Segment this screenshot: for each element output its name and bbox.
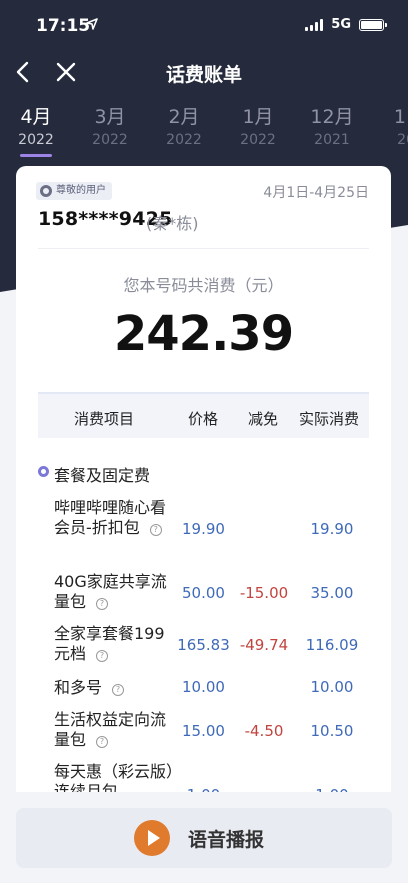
table-header: 消费项目 价格 减免 实际消费: [38, 392, 369, 438]
item-name: 全家享套餐199元档?: [54, 624, 165, 663]
bill-card: 尊敬的用户 4月1日-4月25日 158****9425 (秦*栋) 您本号码共…: [16, 166, 391, 826]
item-price: 19.90: [182, 520, 225, 538]
tab-year-label: 2022: [166, 132, 202, 148]
tab-month-0[interactable]: 4月 2022: [6, 104, 66, 150]
active-tab-indicator: [20, 154, 52, 157]
item-actual: 35.00: [310, 584, 354, 602]
divider: [38, 248, 369, 249]
tab-month-label: 3月: [94, 106, 126, 128]
header-discount: 减免: [248, 410, 279, 428]
section-dot-icon: [38, 466, 49, 477]
header-actual: 实际消费: [299, 410, 360, 428]
tab-year-label: 2021: [314, 132, 350, 148]
help-icon[interactable]: ?: [96, 650, 109, 662]
month-tabs: 4月 2022 3月 2022 2月 2022 1月 2022 12月 2021…: [0, 104, 408, 162]
item-discount: -15.00: [239, 584, 289, 602]
item-actual: 19.90: [310, 520, 354, 538]
status-bar: 17:15 5G: [0, 0, 408, 50]
tab-year-label: 2022: [240, 132, 276, 148]
battery-icon: [359, 18, 387, 31]
location-arrow-icon: [86, 18, 98, 30]
item-actual: 10.00: [310, 678, 354, 696]
item-name: 哔哩哔哩随心看会员-折扣包?: [54, 498, 167, 537]
status-time: 17:15: [36, 16, 91, 36]
item-name: 生活权益定向流量包?: [54, 710, 167, 749]
user-badge-icon: [40, 185, 52, 197]
tab-month-label: 2月: [168, 106, 200, 128]
tab-month-label: 4月: [20, 106, 52, 128]
user-badge: 尊敬的用户: [36, 182, 112, 200]
item-discount: -49.74: [239, 636, 289, 654]
tab-month-2[interactable]: 2月 2022: [154, 104, 214, 150]
tab-year-label: 20: [397, 132, 408, 148]
item-name: 和多号?: [54, 678, 179, 698]
item-name: 40G家庭共享流量包?: [54, 572, 167, 611]
tab-month-5[interactable]: 11 20: [376, 104, 408, 150]
help-icon[interactable]: ?: [96, 598, 109, 610]
total-value: 242.39: [113, 306, 294, 362]
item-price: 10.00: [182, 678, 225, 696]
app-header: 话费账单: [0, 50, 408, 94]
tab-month-3[interactable]: 1月 2022: [228, 104, 288, 150]
owner-name: (秦*栋): [146, 214, 199, 233]
total-label: 您本号码共消费（元）: [123, 276, 284, 295]
play-icon: [134, 820, 170, 856]
help-icon[interactable]: ?: [96, 736, 109, 748]
item-price: 15.00: [182, 722, 225, 740]
help-icon[interactable]: ?: [112, 684, 125, 696]
tab-month-4[interactable]: 12月 2021: [302, 104, 362, 150]
item-price: 165.83: [177, 636, 230, 654]
tab-year-label: 2022: [18, 132, 54, 148]
tab-month-label: 11: [393, 106, 408, 128]
help-icon[interactable]: ?: [149, 524, 162, 536]
item-price: 50.00: [182, 584, 225, 602]
date-range: 4月1日-4月25日: [263, 185, 369, 201]
voice-broadcast-button[interactable]: 语音播报: [16, 808, 392, 868]
item-actual: 116.09: [305, 636, 359, 654]
item-discount: -4.50: [244, 722, 284, 740]
section-title: 套餐及固定费: [54, 466, 151, 485]
tab-year-label: 2022: [92, 132, 128, 148]
voice-bar: 语音播报: [0, 792, 408, 883]
page-title: 话费账单: [165, 64, 242, 86]
tab-month-1[interactable]: 3月 2022: [80, 104, 140, 150]
tab-month-label: 1月: [242, 106, 274, 128]
network-label: 5G: [331, 17, 351, 32]
item-actual: 10.50: [310, 722, 354, 740]
header-item: 消费项目: [74, 410, 135, 428]
header-price: 价格: [188, 410, 219, 428]
voice-broadcast-label: 语音播报: [188, 829, 265, 851]
signal-icon: [305, 18, 324, 31]
user-badge-label: 尊敬的用户: [56, 185, 106, 196]
tab-month-label: 12月: [310, 106, 354, 128]
